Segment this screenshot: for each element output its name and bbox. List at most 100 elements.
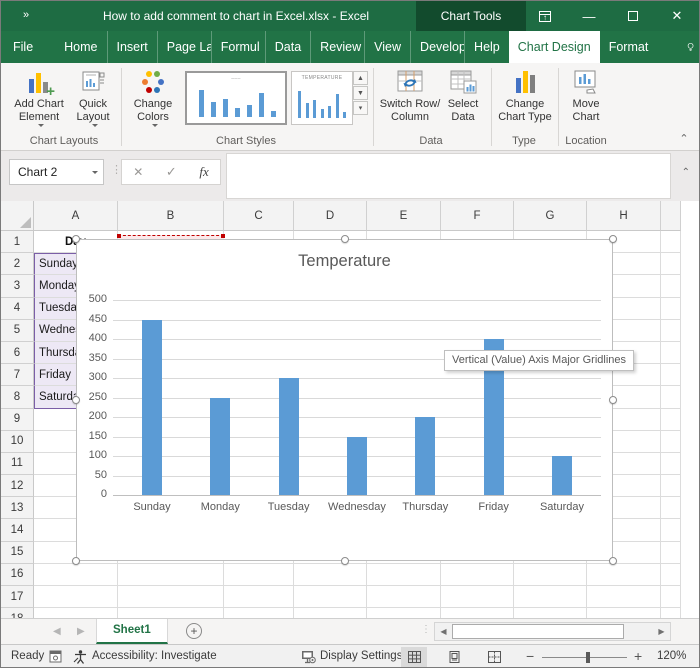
move-chart-button[interactable]: Move Chart [563,69,609,124]
close-button[interactable]: ✕ [655,1,699,31]
category-axis-label[interactable]: Thursday [390,501,460,513]
value-axis-major-gridline[interactable] [113,300,601,301]
new-sheet-button[interactable]: + [186,623,202,639]
chart-style-preview-1[interactable]: ─── [185,71,287,125]
column-header-B[interactable]: B [118,201,224,231]
bar-wednesday[interactable] [346,436,367,495]
change-colors-button[interactable]: Change Colors [127,69,179,127]
zoom-level[interactable]: 120% [657,650,686,662]
chart-selection-handle[interactable] [609,235,617,243]
row-number-16[interactable]: 16 [1,563,34,586]
page-layout-view-button[interactable] [441,647,467,667]
cell-partial[interactable] [661,519,681,542]
row-number-17[interactable]: 17 [1,586,34,609]
row-number-9[interactable]: 9 [1,408,34,431]
category-axis-label[interactable]: Tuesday [254,501,324,513]
chart-selection-handle[interactable] [340,557,349,565]
row-number-1[interactable]: 1 [1,231,34,254]
scroll-right-icon[interactable]: ▶ [654,624,669,639]
chart-selection-handle[interactable] [72,557,80,565]
value-axis-major-gridline[interactable] [113,378,601,379]
tab-insert[interactable]: Insert [108,31,158,63]
category-axis-label[interactable]: Saturday [527,501,597,513]
cell-partial[interactable] [661,319,681,342]
value-axis-label[interactable]: 400 [81,332,107,344]
value-axis-label[interactable]: 150 [81,430,107,442]
row-number-6[interactable]: 6 [1,341,34,365]
row-number-10[interactable]: 10 [1,430,34,453]
row-number-2[interactable]: 2 [1,253,34,276]
expand-formula-bar-icon[interactable]: ⌃ [682,167,690,178]
cell-D17[interactable] [294,586,367,609]
zoom-in-icon[interactable]: + [634,648,642,664]
cell-D16[interactable] [294,563,367,586]
cell-partial[interactable] [661,364,681,387]
cell-partial[interactable] [661,452,681,476]
row-number-13[interactable]: 13 [1,497,34,520]
chart-styles-scroll-up-button[interactable]: ▲ [353,71,368,85]
quick-access-overflow-icon[interactable]: » [23,9,29,21]
chart-selection-handle[interactable] [609,396,617,404]
minimize-button[interactable]: — [567,1,611,31]
tab-review[interactable]: Review [311,31,366,63]
change-chart-type-button[interactable]: Change Chart Type [496,69,554,124]
cell-H17[interactable] [587,586,661,609]
macro-record-icon[interactable] [49,650,62,663]
cell-A17[interactable] [34,586,118,609]
cell-F18[interactable] [441,608,514,618]
cell-partial[interactable] [661,475,681,498]
value-axis-major-gridline[interactable] [113,339,601,340]
bar-thursday[interactable] [415,417,436,495]
cell-D18[interactable] [294,608,367,618]
column-header-H[interactable]: H [587,201,661,231]
name-box[interactable]: Chart 2 [9,159,104,185]
row-number-4[interactable]: 4 [1,297,34,320]
cell-partial[interactable] [661,275,681,298]
tab-page-la[interactable]: Page La [158,31,212,63]
value-axis-label[interactable]: 50 [81,469,107,481]
cell-partial[interactable] [661,497,681,520]
value-axis-label[interactable]: 0 [81,488,107,500]
accessibility-status[interactable]: Accessibility: Investigate [92,650,217,662]
value-axis-major-gridline[interactable] [113,495,601,496]
cell-A18[interactable] [34,608,118,618]
zoom-slider[interactable] [542,657,627,658]
tab-formul[interactable]: Formul [212,31,266,63]
tab-file[interactable]: File [1,31,45,63]
display-settings-label[interactable]: Display Settings [320,650,402,662]
column-header-F[interactable]: F [441,201,514,231]
previous-sheet-icon[interactable]: ◀ [53,626,61,637]
formula-input[interactable] [226,153,671,199]
cell-E17[interactable] [367,586,441,609]
chart-selection-handle[interactable] [609,557,617,565]
cell-F16[interactable] [441,563,514,586]
cell-B17[interactable] [118,586,224,609]
chart-selection-handle[interactable] [72,396,80,404]
cell-B16[interactable] [118,563,224,586]
chart-styles-more-button[interactable]: ▾ [353,101,368,115]
cell-partial[interactable] [661,408,681,431]
cell-partial[interactable] [661,541,681,564]
switch-row-column-button[interactable]: Switch Row/ Column [379,69,441,124]
cell-E16[interactable] [367,563,441,586]
row-number-3[interactable]: 3 [1,275,34,298]
chart-selection-handle[interactable] [72,235,80,243]
category-axis-label[interactable]: Sunday [117,501,187,513]
horizontal-scrollbar[interactable]: ◀ ▶ [434,622,671,641]
row-number-12[interactable]: 12 [1,475,34,498]
chart-object[interactable]: Temperature 500 450 400 350 300 250 200 150 100 5… [76,239,613,561]
cell-partial[interactable] [661,341,681,365]
tab-home[interactable]: Home [55,31,108,63]
value-axis-label[interactable]: 450 [81,313,107,325]
row-number-15[interactable]: 15 [1,541,34,564]
page-break-view-button[interactable] [481,647,507,667]
zoom-out-icon[interactable]: − [526,648,534,664]
ribbon-display-options-button[interactable] [523,1,567,31]
cell-G17[interactable] [514,586,587,609]
bar-sunday[interactable] [142,319,162,495]
row-number-11[interactable]: 11 [1,452,34,476]
value-axis-major-gridline[interactable] [113,417,601,418]
column-header-C[interactable]: C [224,201,294,231]
select-data-button[interactable]: Select Data [441,69,485,124]
value-axis-label[interactable]: 250 [81,391,107,403]
